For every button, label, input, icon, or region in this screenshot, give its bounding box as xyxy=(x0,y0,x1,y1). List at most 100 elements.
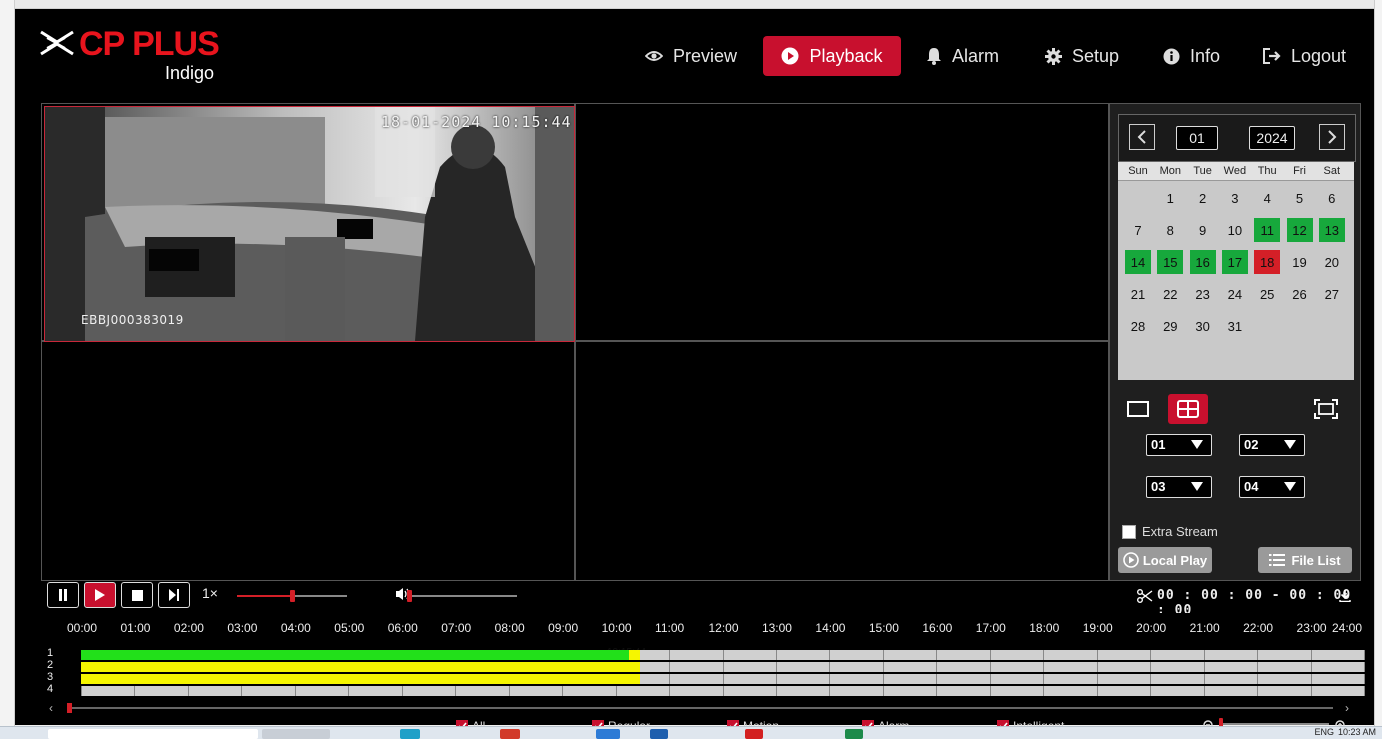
calendar-day[interactable]: 22 xyxy=(1157,282,1183,306)
calendar-day[interactable]: 29 xyxy=(1157,314,1183,338)
nav-setup[interactable]: Setup xyxy=(1045,36,1119,76)
recording-segment-regular[interactable] xyxy=(81,650,630,660)
zoom-slider-track[interactable] xyxy=(1221,723,1329,725)
nav-logout[interactable]: Logout xyxy=(1263,36,1346,76)
fullscreen-button[interactable] xyxy=(1306,394,1346,424)
quad-view-button[interactable] xyxy=(1168,394,1208,424)
recording-timeline[interactable]: 10:15:44 ‹ › All Regular Motion Alarm In… xyxy=(41,613,1365,733)
timeline-hour-label: 21:00 xyxy=(1189,621,1220,635)
next-month-button[interactable] xyxy=(1319,124,1345,150)
volume-slider-handle[interactable] xyxy=(407,590,412,602)
timeline-scrollbar[interactable] xyxy=(67,707,1333,709)
nav-logout-label: Logout xyxy=(1291,45,1347,66)
single-view-button[interactable] xyxy=(1118,394,1158,424)
calendar-day[interactable]: 5 xyxy=(1287,186,1313,210)
calendar-day[interactable]: 10 xyxy=(1222,218,1248,242)
timeline-hour-label: 03:00 xyxy=(227,621,258,635)
timeline-hour-label: 18:00 xyxy=(1029,621,1060,635)
calendar-day[interactable]: 11 xyxy=(1254,218,1281,242)
nav-alarm[interactable]: Alarm xyxy=(926,36,999,76)
nav-info[interactable]: Info xyxy=(1163,36,1220,76)
timeline-tick xyxy=(989,686,991,696)
calendar-day[interactable]: 17 xyxy=(1221,250,1248,274)
timeline-hour-label: 08:00 xyxy=(494,621,525,635)
timeline-channel-row[interactable] xyxy=(81,686,1365,696)
timeline-hour-label: 02:00 xyxy=(173,621,204,635)
calendar-day[interactable]: 15 xyxy=(1157,250,1184,274)
calendar-day[interactable]: 21 xyxy=(1125,282,1151,306)
calendar-day[interactable]: 18 xyxy=(1254,250,1281,274)
local-play-button[interactable]: Local Play xyxy=(1118,547,1212,573)
timeline-tick xyxy=(1310,686,1312,696)
recording-segment-motion[interactable] xyxy=(81,662,641,672)
progress-slider-handle[interactable] xyxy=(290,590,295,602)
channel-select-2[interactable]: 02 xyxy=(1239,434,1305,456)
calendar-day[interactable]: 8 xyxy=(1157,218,1183,242)
pause-button[interactable] xyxy=(47,582,79,608)
calendar-day[interactable]: 12 xyxy=(1286,218,1313,242)
calendar-day[interactable]: 6 xyxy=(1319,186,1345,210)
calendar-day[interactable]: 19 xyxy=(1287,250,1313,274)
timeline-tick xyxy=(562,686,564,696)
calendar-day[interactable]: 14 xyxy=(1125,250,1151,274)
calendar-day[interactable]: 16 xyxy=(1189,250,1216,274)
recording-segment-motion[interactable] xyxy=(629,650,641,660)
year-field[interactable]: 2024 xyxy=(1249,126,1295,150)
calendar-day[interactable]: 1 xyxy=(1157,186,1183,210)
timeline-hour-label: 24:00 xyxy=(1332,621,1363,635)
brand-subtitle: Indigo xyxy=(165,63,215,83)
timeline-tick xyxy=(294,686,296,696)
channel-select-3[interactable]: 03 xyxy=(1146,476,1212,498)
calendar-day[interactable]: 7 xyxy=(1125,218,1151,242)
calendar-day[interactable]: 31 xyxy=(1222,314,1248,338)
video-channel-1[interactable]: 18-01-2024 10:15:44 EBBJ000383019 xyxy=(44,106,575,342)
month-field[interactable]: 01 xyxy=(1176,126,1218,150)
scrollbar-strip[interactable] xyxy=(1374,0,1382,738)
video-channel-3[interactable] xyxy=(44,342,574,578)
taskbar-clock[interactable]: 10:23 AM xyxy=(1338,727,1376,737)
next-frame-button[interactable] xyxy=(158,582,190,608)
download-icon[interactable] xyxy=(1339,589,1351,607)
scroll-right-icon[interactable]: › xyxy=(1345,701,1349,715)
calendar-day[interactable]: 23 xyxy=(1190,282,1216,306)
timeline-channel-row[interactable] xyxy=(81,674,1365,684)
calendar-day[interactable]: 24 xyxy=(1222,282,1248,306)
timeline-hour-label: 04:00 xyxy=(280,621,311,635)
scissors-icon[interactable] xyxy=(1137,589,1153,608)
play-button[interactable] xyxy=(84,582,116,608)
video-channel-4[interactable] xyxy=(576,342,1106,578)
calendar-day[interactable]: 28 xyxy=(1125,314,1151,338)
timeline-scroll-handle[interactable] xyxy=(67,703,72,713)
calendar-day[interactable]: 13 xyxy=(1318,218,1345,242)
calendar-day[interactable]: 3 xyxy=(1222,186,1248,210)
stop-icon xyxy=(131,589,143,601)
calendar-day[interactable]: 20 xyxy=(1319,250,1345,274)
calendar-day[interactable]: 4 xyxy=(1254,186,1280,210)
timeline-channel-row[interactable] xyxy=(81,662,1365,672)
video-channel-2[interactable] xyxy=(576,106,1106,340)
volume-slider-track[interactable] xyxy=(407,595,517,597)
timeline-tick xyxy=(1096,662,1098,672)
play-circle-outline-icon xyxy=(1123,552,1139,568)
channel-select-4[interactable]: 04 xyxy=(1239,476,1305,498)
channel-select-1[interactable]: 01 xyxy=(1146,434,1212,456)
calendar-day[interactable]: 2 xyxy=(1190,186,1216,210)
recording-segment-motion[interactable] xyxy=(81,674,641,684)
calendar-day[interactable]: 30 xyxy=(1190,314,1216,338)
calendar-day[interactable]: 26 xyxy=(1287,282,1313,306)
dropdown-arrow-icon xyxy=(1284,482,1296,491)
calendar-day[interactable]: 25 xyxy=(1254,282,1280,306)
nav-playback[interactable]: Playback xyxy=(763,36,901,76)
extra-stream-checkbox[interactable] xyxy=(1122,524,1136,539)
timeline-channel-row[interactable] xyxy=(81,650,1365,660)
playback-speed[interactable]: 1× xyxy=(202,585,218,601)
file-list-button[interactable]: File List xyxy=(1258,547,1352,573)
extra-stream-option[interactable]: Extra Stream xyxy=(1122,524,1218,539)
stop-button[interactable] xyxy=(121,582,153,608)
scroll-left-icon[interactable]: ‹ xyxy=(49,701,53,715)
nav-preview[interactable]: Preview xyxy=(645,36,737,76)
calendar-day[interactable]: 9 xyxy=(1190,218,1216,242)
prev-month-button[interactable] xyxy=(1129,124,1155,150)
taskbar-language[interactable]: ENG xyxy=(1314,727,1334,737)
calendar-day[interactable]: 27 xyxy=(1319,282,1345,306)
